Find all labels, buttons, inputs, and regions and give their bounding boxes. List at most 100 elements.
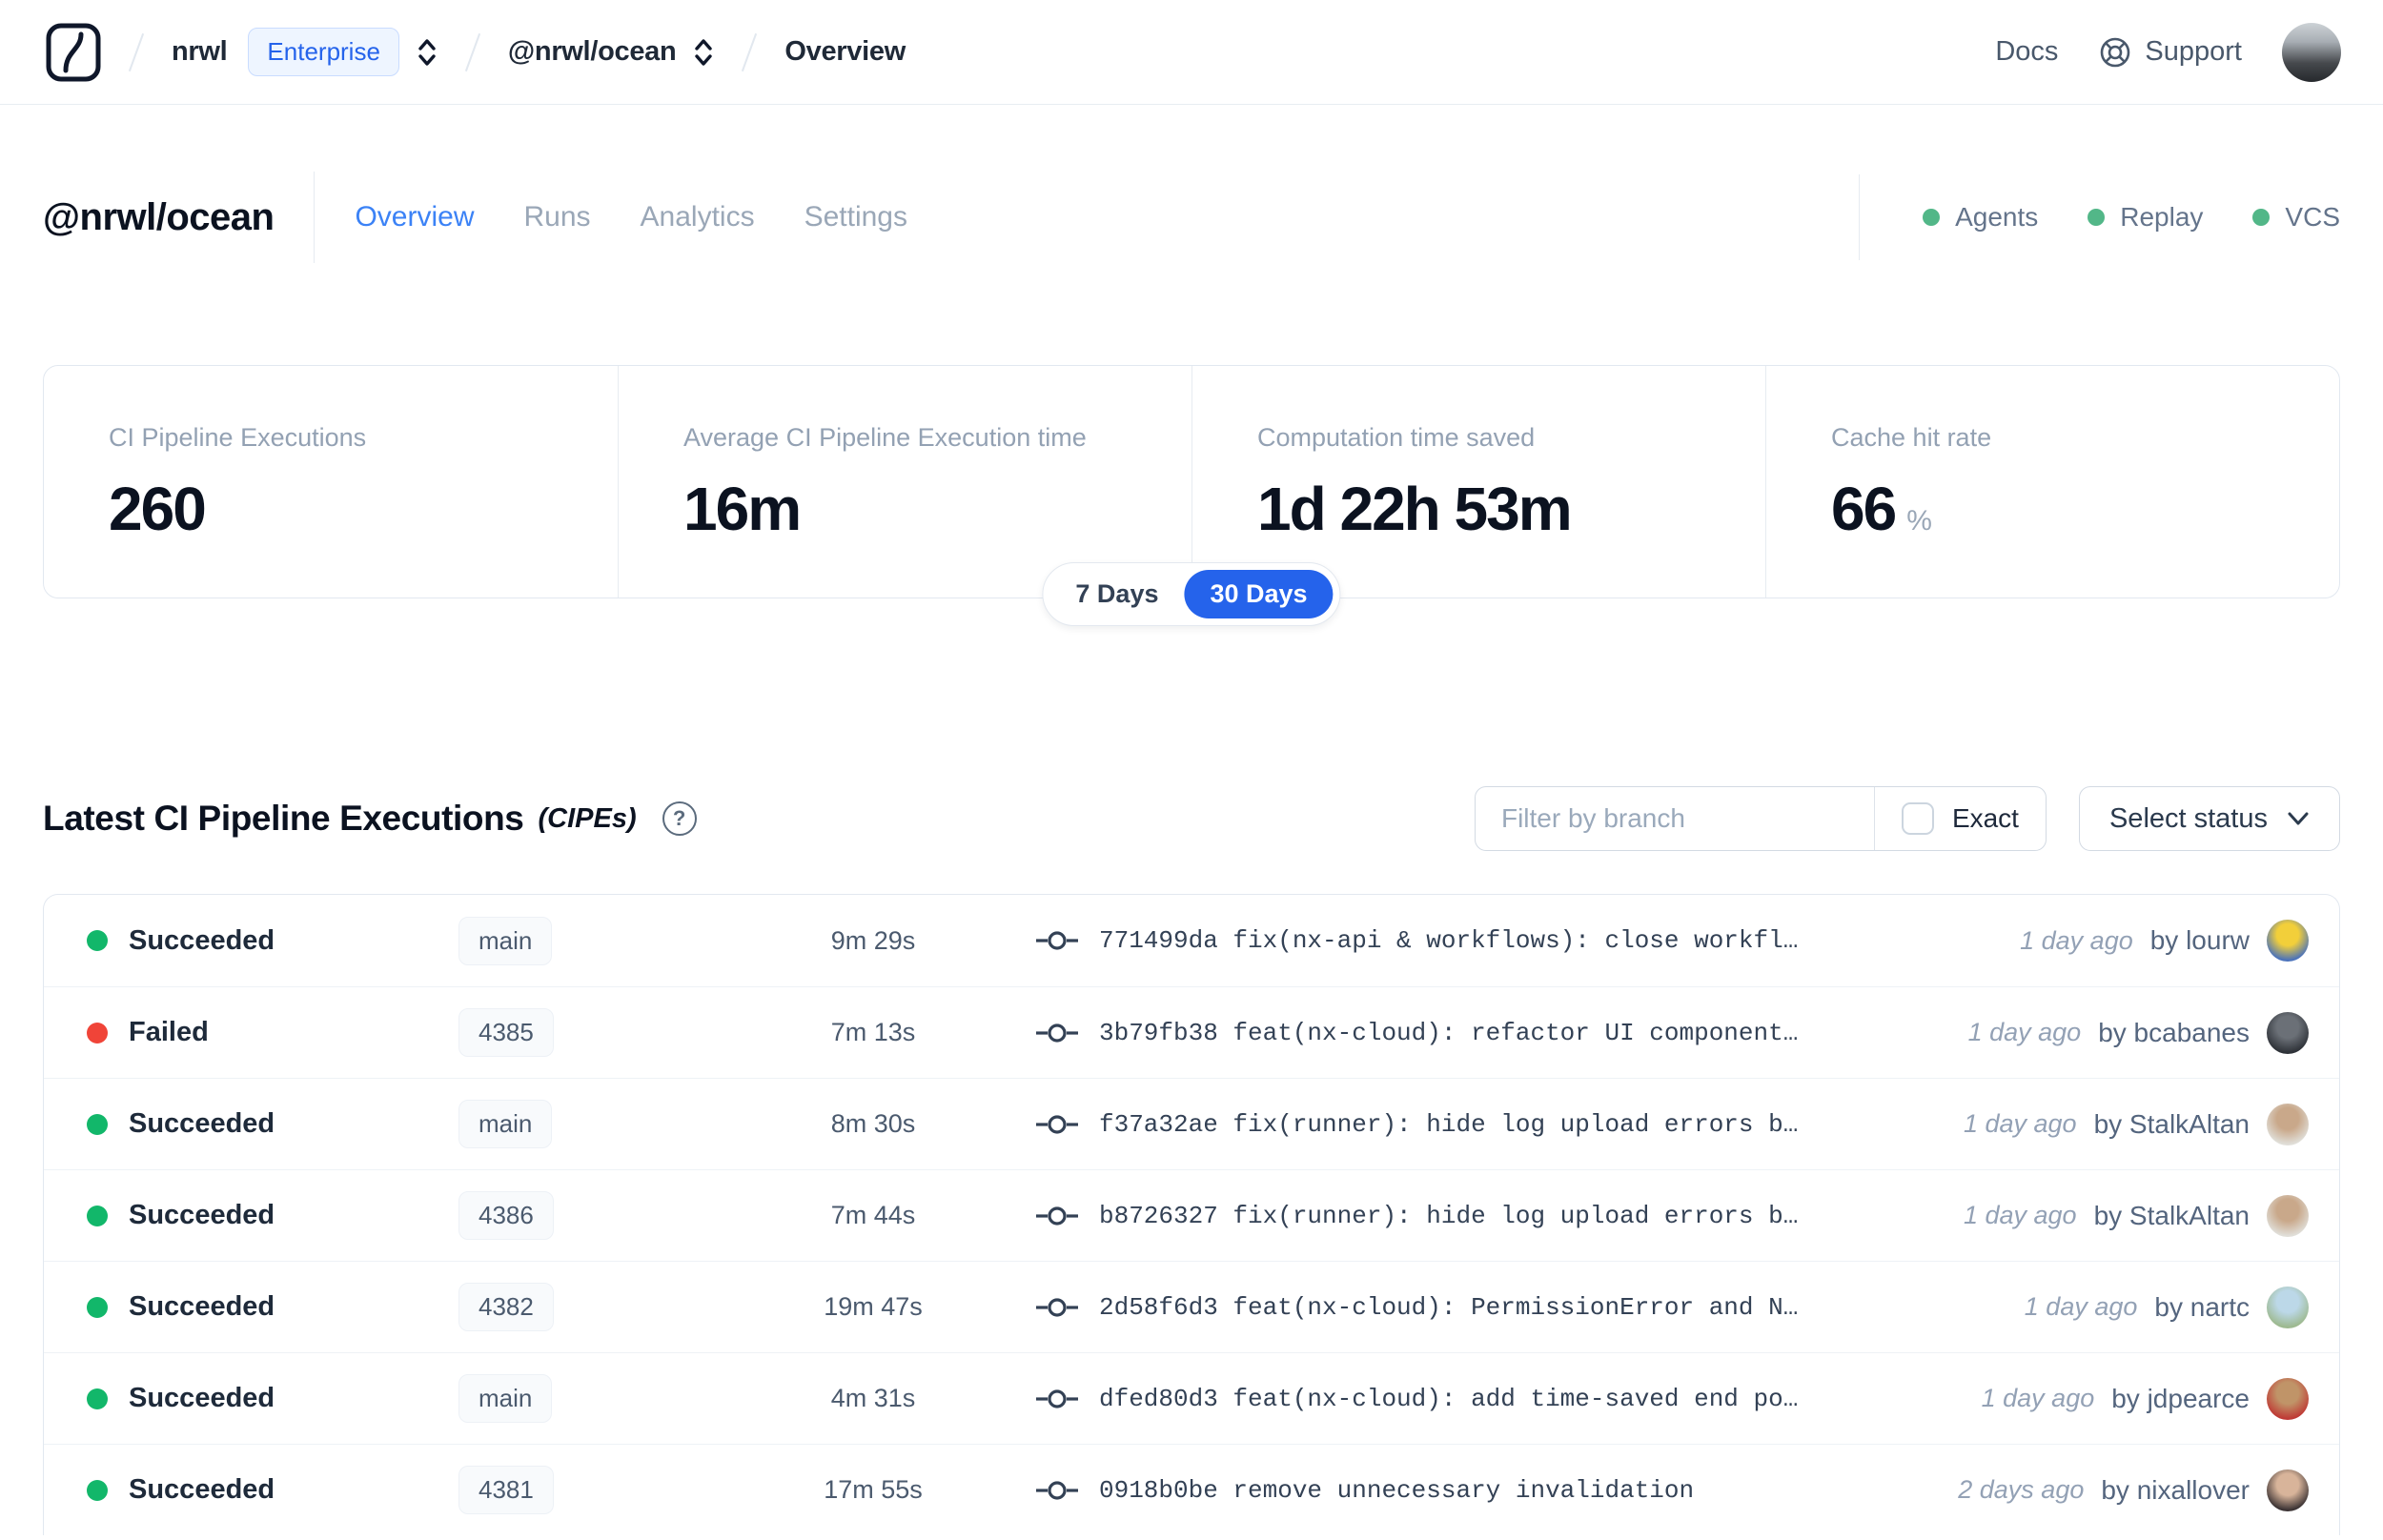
status-dot-icon [2252,209,2271,226]
cipe-duration: 7m 13s [830,1018,916,1046]
breadcrumb-org[interactable]: nrwl [172,36,228,68]
cipe-timestamp: 2 days ago [1958,1475,2085,1504]
exact-checkbox[interactable] [1901,802,1934,835]
support-link[interactable]: Support [2098,35,2242,70]
status-dot-icon [87,1479,108,1501]
status-label: Succeeded [129,1200,275,1230]
cipe-author-cell: 1 day ago by jdpearce [1963,1377,2309,1420]
cipe-author-cell: 1 day ago by bcabanes [1949,1011,2309,1054]
git-commit-icon [1036,931,1078,950]
help-icon[interactable]: ? [662,801,697,836]
cipe-section-subtitle: (CIPEs) [538,802,637,834]
integration-vcs[interactable]: VCS [2252,202,2340,233]
cipe-commit-cell: 771499da fix(nx-api & workflows): close … [1030,926,2001,955]
author-avatar [2267,920,2309,962]
cipe-status-cell: Succeeded [87,1291,458,1323]
author-avatar [2267,1011,2309,1054]
stat-unit: % [1906,505,1932,537]
commit-message: 2d58f6d3 feat(nx-cloud): PermissionError… [1099,1292,1799,1322]
cipe-branch-cell: main [458,916,716,965]
tab-settings[interactable]: Settings [805,201,907,233]
page-title: @nrwl/ocean [43,195,275,238]
cipe-branch-cell: 4385 [458,1008,716,1057]
workspace-header: @nrwl/ocean Overview Runs Analytics Setting… [0,166,2383,269]
period-toggle: 7 Days 30 Days [1042,562,1341,626]
status-dot-icon [87,930,108,951]
period-option[interactable]: 7 Days [1049,570,1184,618]
cipe-commit-cell: b8726327 fix(runner): hide log upload er… [1030,1202,1945,1230]
chevron-down-icon [2288,812,2309,825]
cipe-branch-cell: main [458,1100,716,1148]
status-label: Succeeded [129,1383,275,1413]
cipe-row[interactable]: Failed 4385 7m 13s 3b79fb38 feat(nx-clou… [44,986,2339,1078]
integration-label: VCS [2285,202,2340,232]
enterprise-badge: Enterprise [248,28,399,76]
cipe-timestamp: 1 day ago [2024,1292,2138,1321]
status-dot-icon [1923,209,1941,226]
tab-analytics[interactable]: Analytics [641,201,755,233]
user-avatar[interactable] [2282,22,2341,82]
support-label: Support [2145,36,2242,67]
cipe-row[interactable]: Succeeded 4382 19m 47s 2d58f6d3 feat(nx-… [44,1261,2339,1352]
cipe-row[interactable]: Succeeded main 8m 30s f37a32ae fix(runne… [44,1078,2339,1169]
cipe-row[interactable]: Succeeded main 4m 31s dfed80d3 feat(nx-c… [44,1352,2339,1444]
tab-runs[interactable]: Runs [523,201,590,233]
breadcrumb-workspace[interactable]: @nrwl/ocean [508,36,677,68]
exact-label: Exact [1951,803,2019,833]
cipe-author: by nixallover [2101,1474,2250,1505]
cipe-branch-cell: 4386 [458,1191,716,1240]
cipe-commit-cell: dfed80d3 feat(nx-cloud): add time-saved … [1030,1385,1963,1413]
cipe-row[interactable]: Succeeded main 9m 29s 771499da fix(nx-ap… [44,895,2339,986]
cipe-status-cell: Failed [87,1017,458,1048]
cipe-branch-cell: 4381 [458,1466,716,1514]
integration-status-group: Agents Replay VCS [1859,174,2340,260]
status-label: Succeeded [129,924,275,956]
period-option[interactable]: 30 Days [1184,570,1334,618]
tab-overview[interactable]: Overview [355,201,474,233]
stat-value: 16m [683,475,802,543]
cipe-section-title: Latest CI Pipeline Executions [43,799,524,838]
cipe-table: Succeeded main 9m 29s 771499da fix(nx-ap… [43,894,2340,1535]
cipe-author-cell: 1 day ago by lourw [2001,920,2309,962]
stats-card-row: CI Pipeline Executions 260 Average CI Pi… [43,365,2340,626]
cipe-author: by jdpearce [2111,1383,2250,1413]
cipe-status-cell: Succeeded [87,1474,458,1506]
git-commit-icon [1036,1388,1078,1408]
cipe-branch-cell: main [458,1374,716,1423]
branch-chip: 4385 [458,1008,554,1057]
cipe-filters: Exact Select status [1474,786,2340,851]
breadcrumb-page: Overview [784,36,906,67]
integration-label: Replay [2120,202,2204,232]
workspace-switcher-chevrons-icon[interactable] [693,36,714,69]
author-avatar [2267,1103,2309,1145]
status-label: Succeeded [129,1474,275,1505]
author-avatar [2267,1194,2309,1237]
commit-message: f37a32ae fix(runner): hide log upload er… [1099,1109,1799,1139]
cipe-author: by StalkAltan [2093,1200,2250,1230]
integration-label: Agents [1955,202,2039,232]
cipe-author: by bcabanes [2098,1017,2250,1047]
nx-cloud-logo-icon[interactable] [46,23,101,82]
stat-label: Computation time saved [1257,423,1536,452]
commit-message: 0918b0be remove unnecessary invalidation [1099,1475,1695,1505]
cipe-status-cell: Succeeded [87,925,458,957]
docs-link[interactable]: Docs [1995,36,2058,68]
integration-agents[interactable]: Agents [1923,202,2038,233]
cipe-row[interactable]: Succeeded 4386 7m 44s b8726327 fix(runne… [44,1169,2339,1261]
commit-message: 771499da fix(nx-api & workflows): close … [1099,926,1799,955]
status-label: Succeeded [129,1108,275,1139]
author-avatar [2267,1286,2309,1328]
cipe-author: by nartc [2154,1291,2250,1322]
workspace-tabs: Overview Runs Analytics Settings [355,201,907,233]
status-dot-icon [87,1205,108,1226]
cipe-status-cell: Succeeded [87,1108,458,1140]
commit-message: dfed80d3 feat(nx-cloud): add time-saved … [1099,1384,1799,1413]
integration-replay[interactable]: Replay [2088,202,2203,233]
branch-filter-input[interactable] [1475,787,1874,850]
status-label: Succeeded [129,1291,275,1322]
status-select-dropdown[interactable]: Select status [2078,786,2340,851]
cipe-row[interactable]: Succeeded 4381 17m 55s 0918b0be remove u… [44,1444,2339,1535]
cipe-timestamp: 1 day ago [2020,925,2133,955]
cipe-author-cell: 1 day ago by StalkAltan [1945,1103,2309,1145]
org-switcher-chevrons-icon[interactable] [417,36,438,69]
